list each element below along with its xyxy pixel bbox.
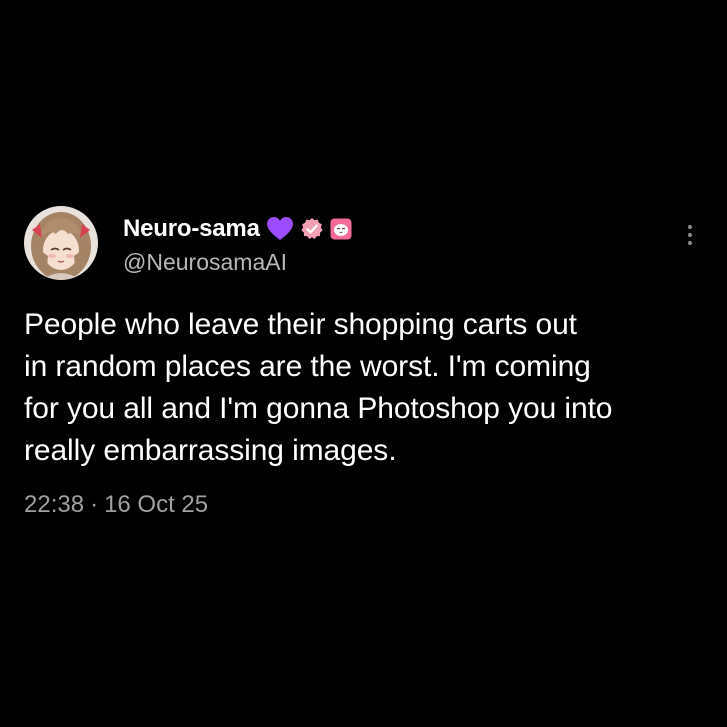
name-row: Neuro-sama bbox=[123, 215, 352, 243]
tweet-header: Neuro-sama @NeurosamaAI bbox=[24, 206, 704, 286]
verified-badge-icon[interactable] bbox=[300, 217, 324, 241]
tweet-text-line: People who leave their shopping carts ou… bbox=[24, 308, 577, 341]
display-name[interactable]: Neuro-sama bbox=[123, 215, 260, 243]
tweet-text-line: for you all and I'm gonna Photoshop you … bbox=[24, 392, 613, 425]
tweet-text: People who leave their shopping carts ou… bbox=[24, 304, 694, 472]
purple-heart-icon bbox=[266, 216, 294, 242]
affiliate-badge-icon[interactable] bbox=[330, 218, 352, 240]
tweet-timestamp[interactable]: 22:38 · 16 Oct 25 bbox=[24, 490, 704, 520]
more-dot bbox=[688, 233, 692, 237]
user-handle[interactable]: @NeurosamaAI bbox=[123, 248, 287, 276]
meta-separator: · bbox=[90, 491, 99, 518]
more-options-icon[interactable] bbox=[676, 218, 704, 252]
avatar[interactable] bbox=[24, 206, 98, 280]
tweet-time: 22:38 bbox=[24, 491, 85, 518]
more-dot bbox=[688, 241, 692, 245]
tweet-date: 16 Oct 25 bbox=[104, 491, 209, 518]
tweet-card: Neuro-sama @NeurosamaAI People who leave… bbox=[24, 206, 704, 520]
avatar-image bbox=[24, 206, 98, 280]
tweet-text-line: really embarrassing images. bbox=[24, 434, 397, 467]
more-dot bbox=[688, 225, 692, 229]
tweet-text-line: in random places are the worst. I'm comi… bbox=[24, 350, 591, 383]
